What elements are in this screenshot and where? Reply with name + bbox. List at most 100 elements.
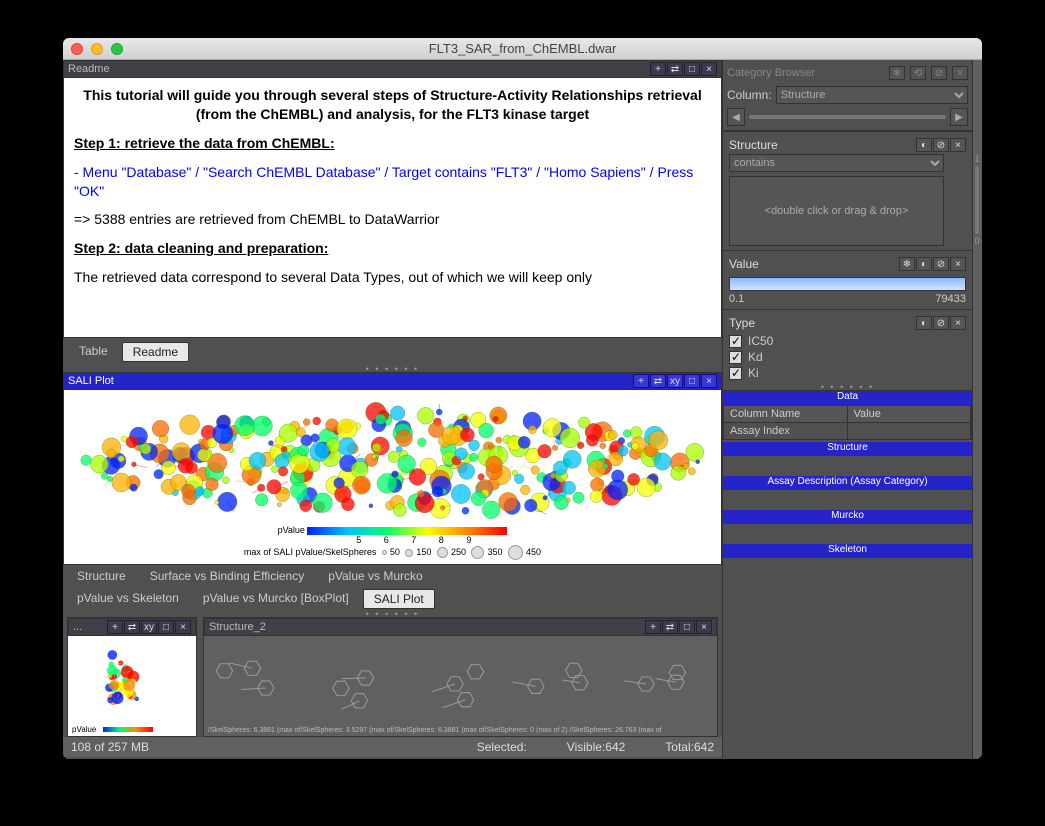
tab-pvalue-murcko[interactable]: pValue vs Murcko	[318, 567, 432, 585]
mini-max-icon[interactable]: □	[158, 620, 174, 634]
status-selected: Selected:	[477, 740, 527, 754]
panel-add-icon[interactable]: +	[650, 62, 666, 76]
value-max: 79433	[935, 293, 966, 305]
sf-yin-icon[interactable]: ◐	[916, 138, 932, 152]
data-column-headers: Column Name Value	[723, 405, 972, 423]
tf-disable-icon[interactable]: ⊘	[933, 316, 949, 330]
size-dot	[382, 550, 387, 555]
structure-filter-title: Structure	[729, 138, 915, 152]
cb-slider[interactable]	[749, 115, 946, 119]
type-option-kd[interactable]: Kd	[729, 350, 966, 364]
sali-max-icon[interactable]: □	[684, 374, 700, 388]
status-total: Total:642	[665, 740, 714, 754]
structure-similarity-slider[interactable]: 1 0	[968, 154, 982, 246]
readme-panel-title: Readme	[68, 63, 650, 75]
sali-xy-icon[interactable]: xy	[667, 374, 683, 388]
data-row-value	[848, 423, 972, 439]
tf-close-icon[interactable]: ×	[950, 316, 966, 330]
mini-xy-icon[interactable]: xy	[141, 620, 157, 634]
value-min: 0.1	[729, 293, 744, 305]
s2-link-icon[interactable]: ⇄	[662, 620, 678, 634]
tf-yin-icon[interactable]: ◐	[916, 316, 932, 330]
data-row-assay-index[interactable]: Assay Index	[723, 423, 972, 440]
data-col-value: Value	[848, 406, 972, 422]
type-filter-panel: Type ◐ ⊘ × IC50 Kd Ki	[723, 309, 972, 384]
cb-snowflake-icon[interactable]: ❄	[889, 66, 905, 80]
type-option-ki[interactable]: Ki	[729, 366, 966, 380]
checkbox-icon[interactable]	[729, 335, 742, 348]
structure2-canvas[interactable]: /SkelSpheres: 6.3881 (max of/SkelSpheres…	[204, 636, 717, 736]
readme-intro: This tutorial will guide you through sev…	[74, 86, 711, 124]
panel-max-icon[interactable]: □	[684, 62, 700, 76]
cb-prev-button[interactable]: ◀	[727, 108, 745, 126]
sali-plot-canvas[interactable]: pValue 5 6 7 8 9 max of SALI pValue/Skel…	[63, 390, 722, 565]
checkbox-icon[interactable]	[729, 351, 742, 364]
type-option-ic50[interactable]: IC50	[729, 334, 966, 348]
tab-surface-efficiency[interactable]: Surface vs Binding Efficiency	[140, 567, 315, 585]
readme-step2-body: The retrieved data correspond to several…	[74, 268, 711, 287]
readme-panel-header: Readme + ⇄ □ ×	[63, 60, 722, 78]
size-tick: 150	[416, 547, 431, 557]
legend-tick: 5	[356, 535, 361, 545]
sali-legend: pValue 5 6 7 8 9 max of SALI pValue/Skel…	[64, 523, 721, 564]
tab-readme[interactable]: Readme	[122, 342, 189, 362]
sali-close-icon[interactable]: ×	[701, 374, 717, 388]
tab-pvalue-murcko-boxplot[interactable]: pValue vs Murcko [BoxPlot]	[193, 589, 359, 609]
cb-next-button[interactable]: ▶	[950, 108, 968, 126]
tab-sali-plot[interactable]: SALI Plot	[363, 589, 435, 609]
vf-disable-icon[interactable]: ⊘	[933, 257, 949, 271]
checkbox-icon[interactable]	[729, 367, 742, 380]
vf-close-icon[interactable]: ×	[950, 257, 966, 271]
structure-mode-select[interactable]: contains	[729, 154, 944, 172]
status-visible: Visible:642	[567, 740, 626, 754]
mini-add-icon[interactable]: +	[107, 620, 123, 634]
readme-step1-result: => 5388 entries are retrieved from ChEMB…	[74, 210, 711, 229]
app-window: FLT3_SAR_from_ChEMBL.dwar Readme + ⇄ □ ×…	[63, 38, 982, 759]
category-browser-title: Category Browser	[727, 67, 884, 79]
sali-panel-header: SALI Plot + ⇄ xy □ ×	[63, 372, 722, 390]
cb-disable-icon[interactable]: ⊘	[931, 66, 947, 80]
s2-add-icon[interactable]: +	[645, 620, 661, 634]
mini-axis-label: pValue	[72, 725, 96, 734]
legend-gradient	[307, 527, 507, 535]
size-dot	[508, 545, 523, 560]
legend-tick: 8	[439, 535, 444, 545]
data-row-label: Assay Index	[724, 423, 848, 439]
band-structure: Structure	[723, 442, 972, 456]
value-range-slider[interactable]	[729, 277, 966, 291]
tab-table[interactable]: Table	[69, 342, 118, 362]
value-filter-panel: Value ❄ ◐ ⊘ × 0.1 79433	[723, 250, 972, 309]
structure-drop-target[interactable]: <double click or drag & drop>	[729, 176, 944, 246]
sf-close-icon[interactable]: ×	[950, 138, 966, 152]
vslider-max: 1	[974, 154, 979, 164]
band-skeleton: Skeleton	[723, 544, 972, 558]
structure-drop-placeholder: <double click or drag & drop>	[765, 205, 909, 217]
mini-plot-canvas[interactable]: pValue	[68, 636, 196, 736]
cb-close-icon[interactable]: ×	[952, 66, 968, 80]
value-filter-title: Value	[729, 257, 898, 271]
sali-add-icon[interactable]: +	[633, 374, 649, 388]
mini-plot-header: ... + ⇄ xy □ ×	[68, 618, 196, 636]
cb-link-icon[interactable]: ⟲	[910, 66, 926, 80]
sali-link-icon[interactable]: ⇄	[650, 374, 666, 388]
sf-disable-icon[interactable]: ⊘	[933, 138, 949, 152]
sali-panel-title: SALI Plot	[68, 375, 633, 387]
panel-close-icon[interactable]: ×	[701, 62, 717, 76]
s2-max-icon[interactable]: □	[679, 620, 695, 634]
titlebar: FLT3_SAR_from_ChEMBL.dwar	[63, 38, 982, 60]
tab-pvalue-skeleton[interactable]: pValue vs Skeleton	[67, 589, 189, 609]
size-tick: 250	[451, 547, 466, 557]
structure2-panel: Structure_2 + ⇄ □ × /SkelSpheres: 6.3881…	[203, 617, 718, 737]
s2-close-icon[interactable]: ×	[696, 620, 712, 634]
vf-yin-icon[interactable]: ◐	[916, 257, 932, 271]
tab-structure[interactable]: Structure	[67, 567, 136, 585]
vf-snowflake-icon[interactable]: ❄	[899, 257, 915, 271]
mini-close-icon[interactable]: ×	[175, 620, 191, 634]
cb-column-select[interactable]: Structure	[776, 86, 968, 104]
panel-link-icon[interactable]: ⇄	[667, 62, 683, 76]
size-dot	[471, 546, 484, 559]
size-dot	[437, 547, 448, 558]
structure-filter-panel: Structure ◐ ⊘ × contains <double click o…	[723, 131, 972, 250]
mini-link-icon[interactable]: ⇄	[124, 620, 140, 634]
status-bar: 108 of 257 MB Selected: Visible:642 Tota…	[63, 737, 722, 757]
